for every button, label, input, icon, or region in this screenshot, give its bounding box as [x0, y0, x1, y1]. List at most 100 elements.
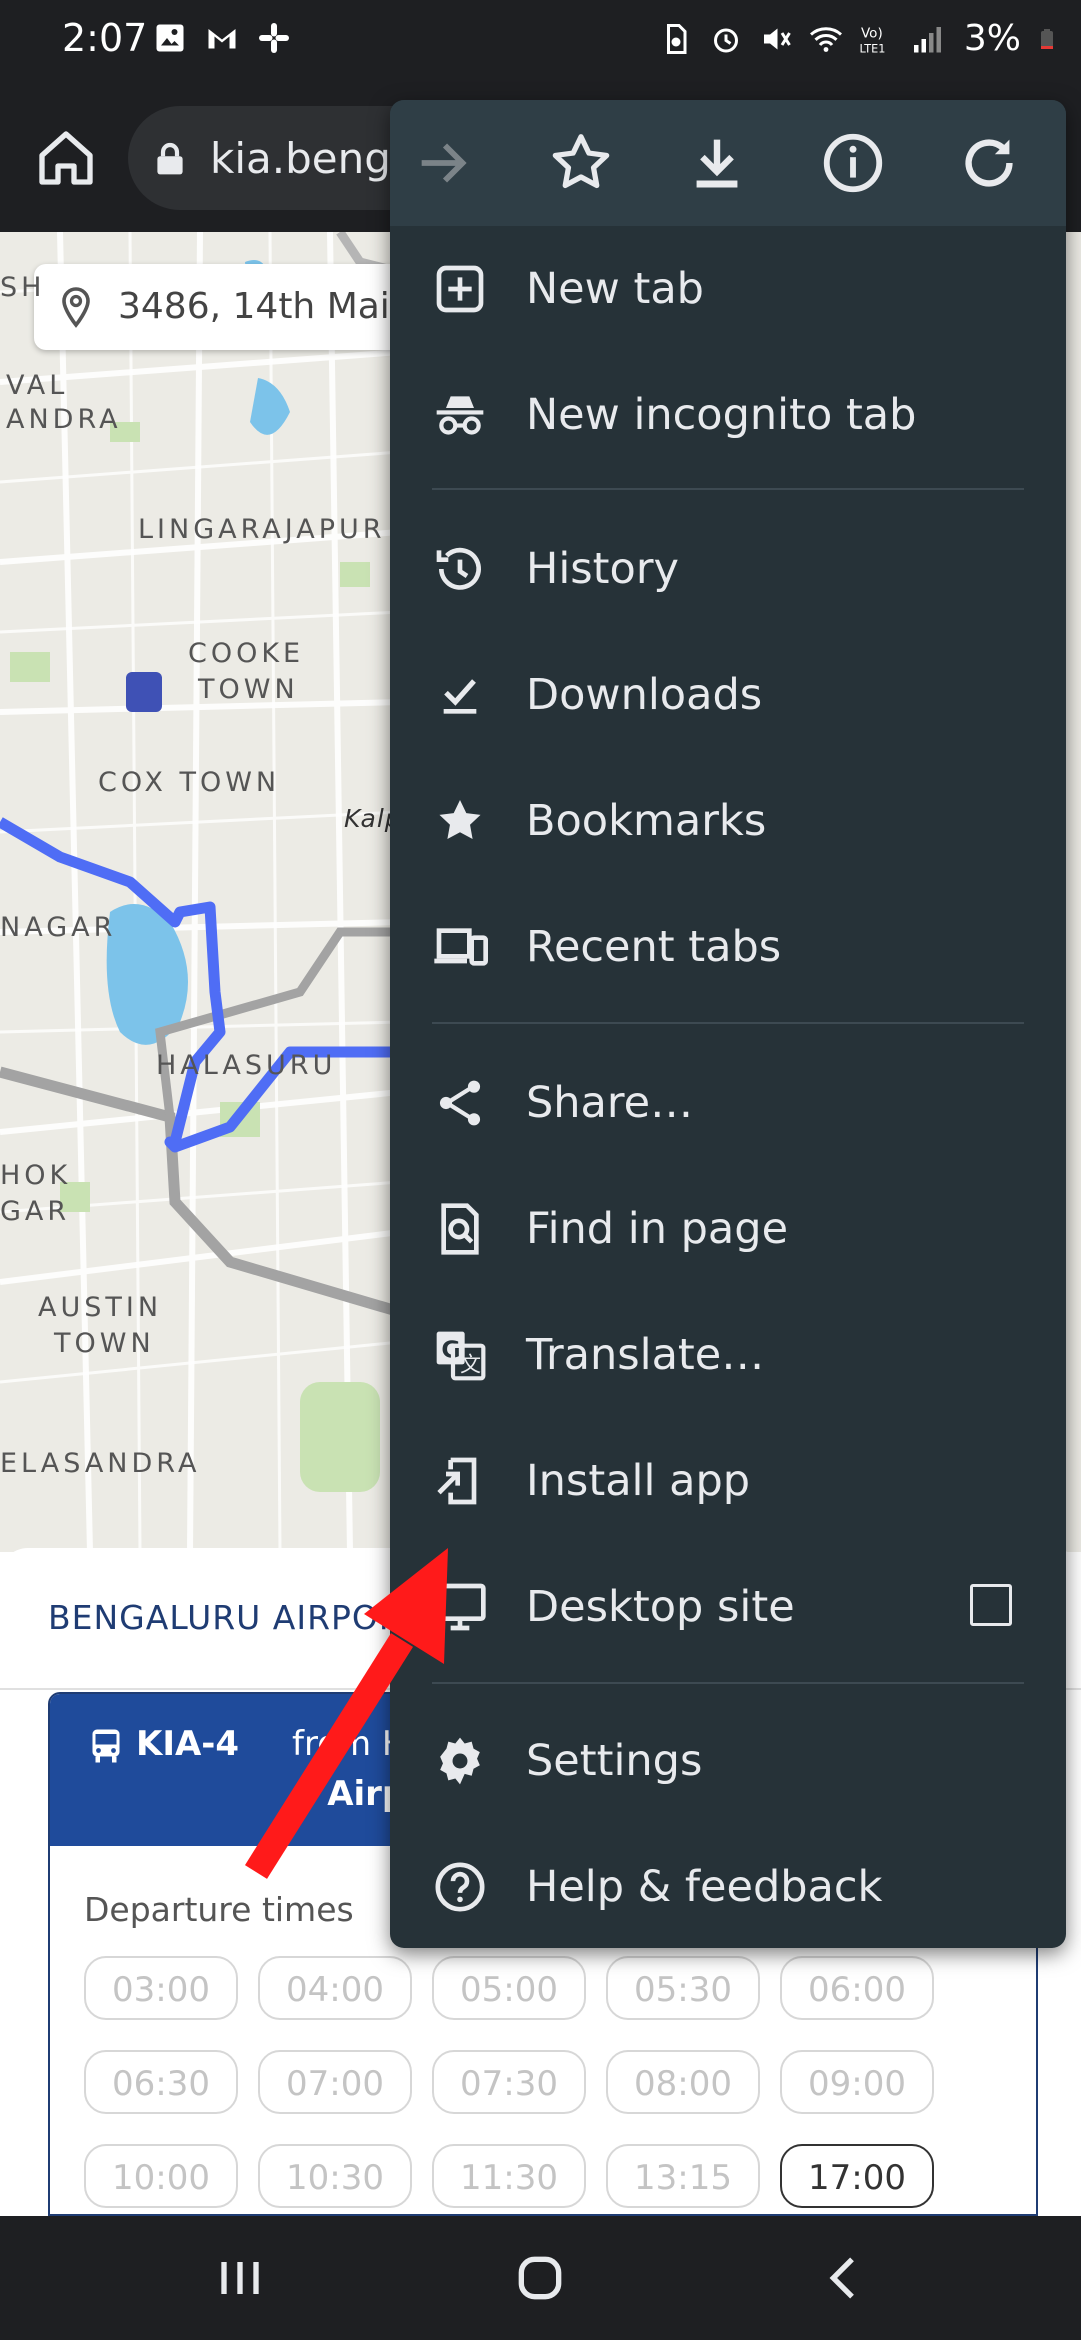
- departure-time-chip[interactable]: 05:00: [432, 1956, 586, 2020]
- departure-time-chip[interactable]: 07:30: [432, 2050, 586, 2114]
- menu-item-label: Settings: [526, 1736, 703, 1786]
- map-label-cox-town: COX TOWN: [98, 767, 281, 798]
- departure-time-chip[interactable]: 13:15: [606, 2144, 760, 2208]
- gallery-icon: [156, 24, 184, 52]
- gmail-icon: [208, 29, 236, 49]
- menu-item-downloads[interactable]: Downloads: [390, 632, 1066, 758]
- menu-item-label: Install app: [526, 1456, 751, 1506]
- menu-item-label: Bookmarks: [526, 796, 767, 846]
- find-in-page-icon: [441, 1203, 479, 1255]
- menu-action-row: [390, 100, 1066, 226]
- status-time: 2:07: [62, 16, 148, 60]
- map-label-austin: AUSTIN: [38, 1292, 163, 1323]
- desktop-site-icon: [434, 1583, 486, 1631]
- bookmark-star-icon[interactable]: [546, 128, 616, 198]
- map-label-hok: HOK: [0, 1160, 72, 1191]
- battery-percent: 3%: [963, 18, 1021, 59]
- departure-time-chip[interactable]: 06:00: [780, 1956, 934, 2020]
- menu-item-share[interactable]: Share…: [390, 1040, 1066, 1166]
- map-label-cooke: COOKE: [188, 638, 305, 669]
- menu-item-help-feedback[interactable]: Help & feedback: [390, 1824, 1066, 1948]
- menu-item-label: Help & feedback: [526, 1862, 883, 1912]
- info-icon[interactable]: [818, 128, 888, 198]
- back-icon[interactable]: [812, 2246, 876, 2310]
- metro-station-icon: [126, 672, 162, 712]
- map-label-gar: GAR: [0, 1196, 71, 1227]
- sim-icon: [666, 23, 687, 54]
- new-tab-icon: [436, 265, 484, 313]
- menu-item-find-in-page[interactable]: Find in page: [390, 1166, 1066, 1292]
- map-label-andra: ANDRA: [6, 404, 122, 435]
- airport-title: BENGALURU AIRPORT: [48, 1598, 422, 1637]
- address-text: 3486, 14th Main: [118, 286, 413, 327]
- menu-item-desktop-site[interactable]: Desktop site: [390, 1544, 1066, 1670]
- home-icon[interactable]: [34, 126, 98, 190]
- departure-time-chip[interactable]: 10:00: [84, 2144, 238, 2208]
- reload-icon[interactable]: [954, 128, 1024, 198]
- menu-item-label: Desktop site: [526, 1582, 795, 1632]
- menu-divider: [432, 1682, 1024, 1684]
- menu-item-label: Share…: [526, 1078, 694, 1128]
- menu-divider: [432, 488, 1024, 490]
- map-label-elasandra: ELASANDRA: [0, 1448, 201, 1479]
- departure-time-chip[interactable]: 17:00: [780, 2144, 934, 2208]
- menu-item-label: Translate…: [526, 1330, 765, 1380]
- menu-item-bookmarks[interactable]: Bookmarks: [390, 758, 1066, 884]
- route-name: KIA-4: [136, 1724, 240, 1764]
- departure-time-chip[interactable]: 11:30: [432, 2144, 586, 2208]
- system-icons: Vo) LTE1 3%: [658, 18, 1059, 59]
- menu-divider: [432, 1022, 1024, 1024]
- desktop-site-checkbox[interactable]: [970, 1584, 1012, 1626]
- departure-time-chip[interactable]: 09:00: [780, 2050, 934, 2114]
- overflow-menu: New tab New incognito tab History Downlo…: [390, 100, 1066, 1948]
- departure-time-chip[interactable]: 05:30: [606, 1956, 760, 2020]
- svg-text:Vo): Vo): [861, 25, 883, 41]
- status-bar: 2:07 Vo) LTE1 3%: [0, 0, 1081, 80]
- home-nav-icon[interactable]: [508, 2246, 572, 2310]
- recents-icon[interactable]: [208, 2246, 272, 2310]
- menu-item-label: New incognito tab: [526, 390, 917, 440]
- menu-item-install-app[interactable]: Install app: [390, 1418, 1066, 1544]
- map-label-sh: SH: [0, 272, 46, 303]
- incognito-icon: [436, 396, 484, 435]
- history-icon: [436, 547, 481, 590]
- download-icon[interactable]: [682, 128, 752, 198]
- help-icon: [435, 1862, 485, 1912]
- menu-item-recent-tabs[interactable]: Recent tabs: [390, 884, 1066, 1010]
- map-label-lingarajapur: LINGARAJAPUR: [138, 514, 386, 545]
- departure-time-chip[interactable]: 07:00: [258, 2050, 412, 2114]
- bookmarks-icon: [439, 800, 481, 839]
- map-label-halasuru: HALASURU: [156, 1050, 337, 1081]
- slack-icon: [259, 23, 289, 53]
- departure-time-chip[interactable]: 03:00: [84, 1956, 238, 2020]
- menu-item-history[interactable]: History: [390, 506, 1066, 632]
- menu-item-new-incognito-tab[interactable]: New incognito tab: [390, 352, 1066, 478]
- battery-icon: [1041, 28, 1053, 49]
- location-pin-icon: [62, 287, 90, 328]
- system-nav-bar: [0, 2216, 1081, 2340]
- wifi-icon: [809, 26, 842, 52]
- menu-item-new-tab[interactable]: New tab: [390, 226, 1066, 352]
- forward-icon[interactable]: [410, 128, 480, 198]
- lock-icon: [157, 142, 183, 175]
- departure-times-label: Departure times: [84, 1890, 354, 1929]
- departure-time-chip[interactable]: 10:30: [258, 2144, 412, 2208]
- menu-item-label: Downloads: [526, 670, 763, 720]
- downloads-icon: [443, 679, 477, 714]
- install-app-icon: [437, 1457, 477, 1505]
- departure-time-chip[interactable]: 08:00: [606, 2050, 760, 2114]
- departure-time-chip[interactable]: 06:30: [84, 2050, 238, 2114]
- menu-item-settings[interactable]: Settings: [390, 1698, 1066, 1824]
- menu-item-translate[interactable]: G文 Translate…: [390, 1292, 1066, 1418]
- bus-icon: [92, 1729, 120, 1763]
- menu-item-label: Recent tabs: [526, 922, 782, 972]
- signal-icon: [913, 26, 941, 52]
- translate-icon: G文: [436, 1331, 486, 1381]
- recent-tabs-icon: [434, 928, 488, 966]
- menu-item-label: New tab: [526, 264, 704, 314]
- notification-icons: [152, 20, 292, 56]
- departure-time-chip[interactable]: 04:00: [258, 1956, 412, 2020]
- map-label-town: TOWN: [198, 674, 299, 705]
- menu-item-label: Find in page: [526, 1204, 789, 1254]
- mute-icon: [763, 28, 791, 49]
